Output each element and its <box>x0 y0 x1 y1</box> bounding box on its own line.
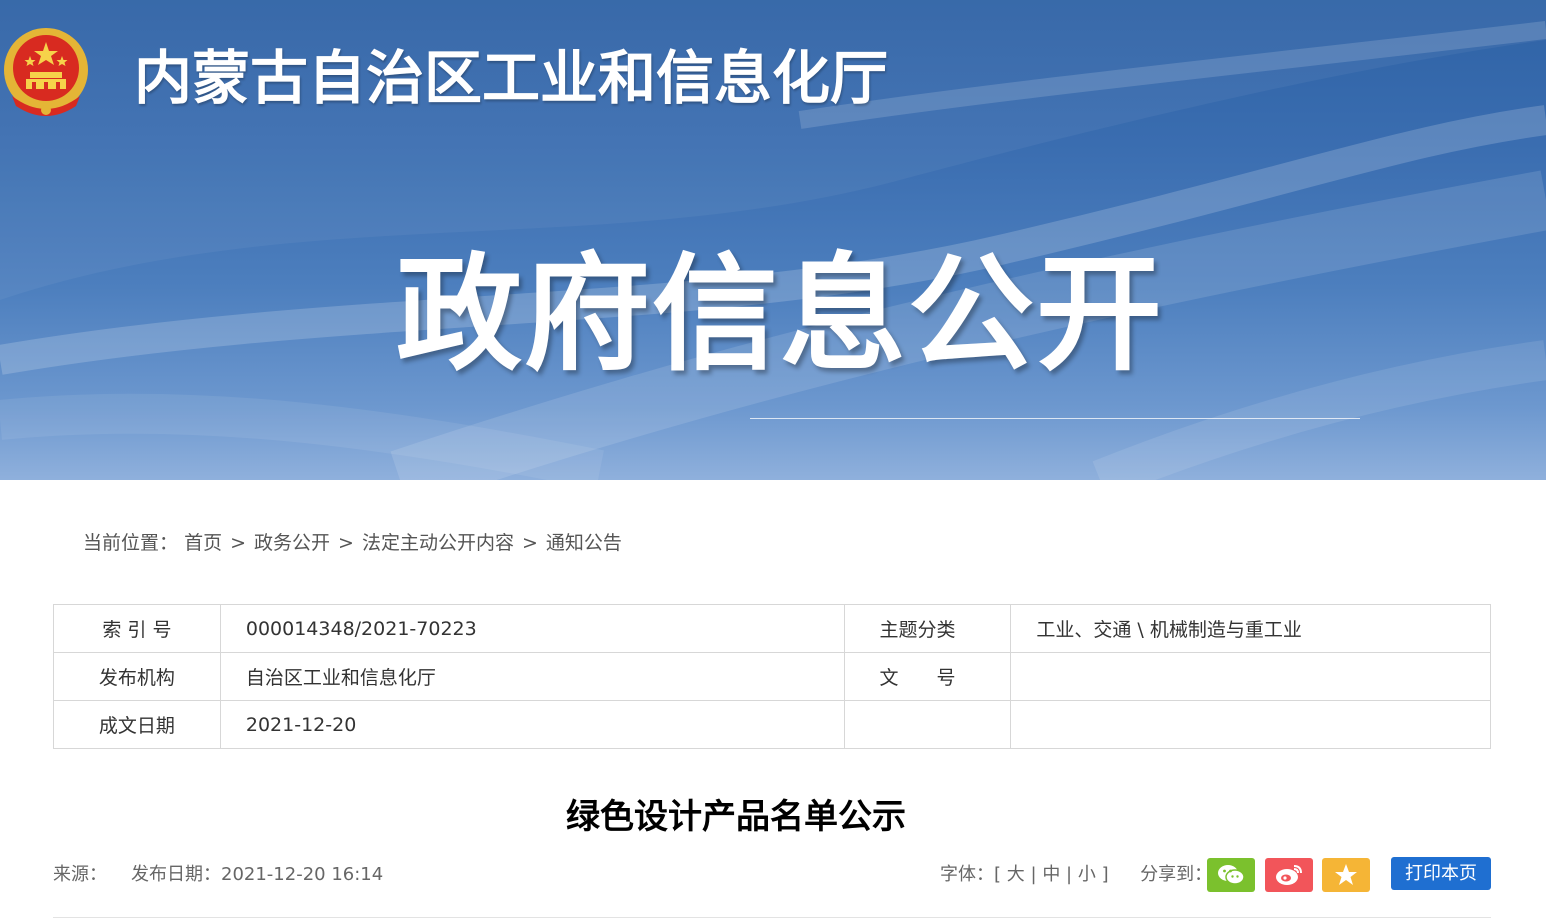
breadcrumb-item-home[interactable]: 首页 <box>184 532 222 554</box>
meta-row: 成文日期 2021-12-20 <box>53 700 1491 749</box>
header-divider <box>53 917 1491 918</box>
publish-date-value: 2021-12-20 16:14 <box>221 864 384 885</box>
document-number-label: 文 号 <box>844 652 1012 701</box>
breadcrumb-separator: > <box>230 532 246 554</box>
breadcrumb-item-government-affairs[interactable]: 政务公开 <box>254 532 330 554</box>
font-size-small[interactable]: 小 <box>1078 864 1096 885</box>
share-weibo-button[interactable] <box>1265 858 1313 892</box>
breadcrumb-label: 当前位置： <box>83 532 179 554</box>
header-banner: 内蒙古自治区工业和信息化厅 政府信息公开 <box>0 0 1546 480</box>
wechat-icon <box>1218 865 1245 885</box>
creation-date-value: 2021-12-20 <box>219 700 846 749</box>
banner-title: 政府信息公开 <box>396 241 1164 388</box>
breadcrumb: 当前位置： 首页 > 政务公开 > 法定主动公开内容 > 通知公告 <box>83 528 622 558</box>
index-number-label: 索 引 号 <box>53 604 221 653</box>
topic-category-label: 主题分类 <box>844 604 1012 653</box>
empty-cell <box>844 700 1012 749</box>
print-page-button[interactable]: 打印本页 <box>1391 857 1491 890</box>
creation-date-label: 成文日期 <box>53 700 221 749</box>
banner-divider <box>750 418 1360 419</box>
meta-row: 发布机构 自治区工业和信息化厅 文 号 <box>53 652 1491 701</box>
share-favorite-button[interactable] <box>1322 858 1370 892</box>
breadcrumb-item-notices[interactable]: 通知公告 <box>546 532 622 554</box>
weibo-icon <box>1276 865 1302 885</box>
empty-cell <box>1010 700 1491 749</box>
bracket: [ <box>994 864 1002 885</box>
source-label: 来源： <box>53 864 107 885</box>
favorite-star-icon <box>1335 864 1357 885</box>
document-meta-table: 索 引 号 000014348/2021-70223 主题分类 工业、交通 \ … <box>53 604 1491 749</box>
breadcrumb-separator: > <box>338 532 354 554</box>
font-size-tools: 字体：[ 大 | 中 | 小 ] 分享到： <box>940 860 1212 890</box>
document-number-value <box>1010 652 1491 701</box>
breadcrumb-item-statutory-disclosure[interactable]: 法定主动公开内容 <box>362 532 514 554</box>
article-info: 来源： 发布日期：2021-12-20 16:14 <box>53 860 383 890</box>
separator: | <box>1030 864 1037 885</box>
meta-row: 索 引 号 000014348/2021-70223 主题分类 工业、交通 \ … <box>53 604 1491 653</box>
share-label: 分享到： <box>1140 864 1213 885</box>
share-wechat-button[interactable] <box>1207 858 1255 892</box>
separator: | <box>1066 864 1073 885</box>
topic-category-value: 工业、交通 \ 机械制造与重工业 <box>1010 604 1491 653</box>
breadcrumb-separator: > <box>521 532 538 554</box>
bracket: ] <box>1101 864 1109 885</box>
site-title: 内蒙古自治区工业和信息化厅 <box>134 44 889 112</box>
font-size-label: 字体： <box>940 864 994 885</box>
article-title: 绿色设计产品名单公示 <box>566 797 906 837</box>
publish-date-label: 发布日期： <box>131 864 221 885</box>
publisher-value: 自治区工业和信息化厅 <box>219 652 846 701</box>
national-emblem-icon <box>2 26 90 120</box>
index-number-value: 000014348/2021-70223 <box>219 604 846 653</box>
font-size-large[interactable]: 大 <box>1007 864 1025 885</box>
font-size-medium[interactable]: 中 <box>1042 864 1060 885</box>
publisher-label: 发布机构 <box>53 652 221 701</box>
